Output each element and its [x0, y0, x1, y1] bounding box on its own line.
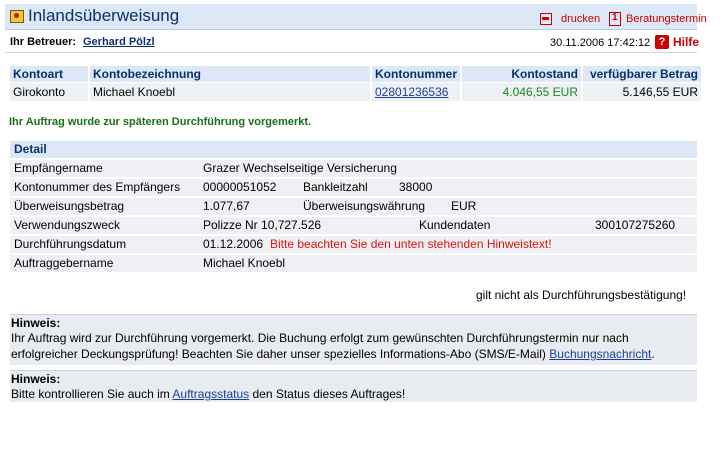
detail-row-recipient-account: Kontonummer des Empfängers 00000051052 B… [10, 177, 697, 196]
page-title: Inlandsüberweisung [28, 6, 180, 25]
column-header: Kontonummer [370, 66, 461, 83]
hint-text: Bitte kontrollieren Sie auch im [11, 387, 170, 401]
detail-label: Verwendungszweck [14, 218, 121, 232]
warning-text: Bitte beachten Sie den unten stehenden H… [270, 237, 552, 251]
detail-label: Durchführungsdatum [14, 237, 127, 251]
help-icon[interactable]: ? [655, 35, 669, 49]
detail-row-execution-date: Durchführungsdatum 01.12.2006 Bitte beac… [10, 234, 697, 253]
advisor-label: Ihr Betreuer: [10, 36, 77, 48]
hint-text: . [651, 347, 655, 361]
detail-header: Detail [10, 141, 697, 158]
account-type: Girokonto [10, 82, 89, 101]
confirmation-note: gilt nicht als Durchführungsbestätigung! [476, 288, 687, 302]
detail-row-amount: Überweisungsbetrag 1.077,67 Überweisungs… [10, 196, 697, 215]
hint-text: den Status dieses Auftrages! [252, 387, 406, 401]
account-number-link[interactable]: 02801236536 [370, 82, 461, 101]
title-bar: Inlandsüberweisung drucken Beratungsterm… [5, 4, 707, 30]
hint-text: Ihr Auftrag wird zur Durchführung vorgem… [11, 331, 629, 345]
detail-label: Auftraggebername [14, 256, 114, 270]
transfer-icon [10, 10, 24, 23]
timestamp: 30.11.2006 17:42:12 [550, 37, 651, 49]
column-header: Kontobezeichnung [88, 66, 371, 83]
calendar-icon[interactable] [609, 12, 621, 26]
detail-label: Überweisungswährung [303, 199, 426, 213]
help-link[interactable]: Hilfe [673, 35, 699, 49]
table-row: Girokonto Michael Knoebl 02801236536 4.0… [10, 82, 701, 101]
detail-value: 00000051052 [203, 180, 277, 194]
detail-label: Kundendaten [419, 218, 491, 232]
booking-notification-link[interactable]: Buchungsnachricht [549, 347, 651, 361]
available-amount: 5.146,55 EUR [581, 82, 701, 101]
account-table: Kontoart Kontobezeichnung Kontonummer Ko… [10, 66, 701, 101]
printer-icon[interactable] [540, 13, 552, 25]
hint-box: Hinweis: Ihr Auftrag wird zur Durchführu… [10, 314, 697, 365]
account-balance: 4.046,55 EUR [460, 82, 582, 101]
table-header-row: Kontoart Kontobezeichnung Kontonummer Ko… [10, 66, 701, 83]
detail-value: Polizze Nr 10,727.526 [203, 218, 322, 232]
detail-value: Grazer Wechselseitige Versicherung [203, 161, 397, 175]
detail-value: 300107275260 [595, 218, 676, 232]
detail-row-recipient: Empfängername Grazer Wechselseitige Vers… [10, 158, 697, 177]
hint-body: Bitte kontrollieren Sie auch im Auftrags… [11, 386, 696, 402]
detail-row-orderer: Auftraggebername Michael Knoebl [10, 253, 697, 272]
detail-heading: Detail [14, 142, 47, 156]
divider [5, 52, 697, 53]
account-name: Michael Knoebl [88, 82, 371, 101]
detail-value: EUR [451, 199, 477, 213]
hint-text: erfolgreicher Deckungsprüfung! Beachten … [11, 347, 546, 361]
order-status-link[interactable]: Auftragsstatus [172, 387, 249, 401]
detail-label: Überweisungsbetrag [14, 199, 125, 213]
consultation-link[interactable]: Beratungstermin [626, 13, 707, 25]
hint-box: Hinweis: Bitte kontrollieren Sie auch im… [10, 370, 697, 402]
account-number[interactable]: 02801236536 [375, 85, 448, 99]
detail-value: 01.12.2006 [203, 237, 264, 251]
status-message: Ihr Auftrag wurde zur späteren Durchführ… [9, 116, 312, 128]
column-header: Kontoart [10, 66, 89, 83]
print-link[interactable]: drucken [561, 13, 600, 25]
hint-body: Ihr Auftrag wird zur Durchführung vorgem… [11, 330, 696, 362]
detail-label: Bankleitzahl [303, 180, 368, 194]
column-header: verfügbarer Betrag [581, 66, 701, 83]
hint-title: Hinweis: [11, 316, 61, 330]
detail-value: 1.077,67 [203, 199, 250, 213]
detail-value: Michael Knoebl [203, 256, 286, 270]
column-header: Kontostand [460, 66, 582, 83]
detail-label: Kontonummer des Empfängers [14, 180, 181, 194]
detail-value: 38000 [399, 180, 433, 194]
advisor-link[interactable]: Gerhard Pölzl [83, 36, 155, 48]
hint-title: Hinweis: [11, 372, 61, 386]
detail-row-purpose: Verwendungszweck Polizze Nr 10,727.526 K… [10, 215, 697, 234]
detail-label: Empfängername [14, 161, 103, 175]
